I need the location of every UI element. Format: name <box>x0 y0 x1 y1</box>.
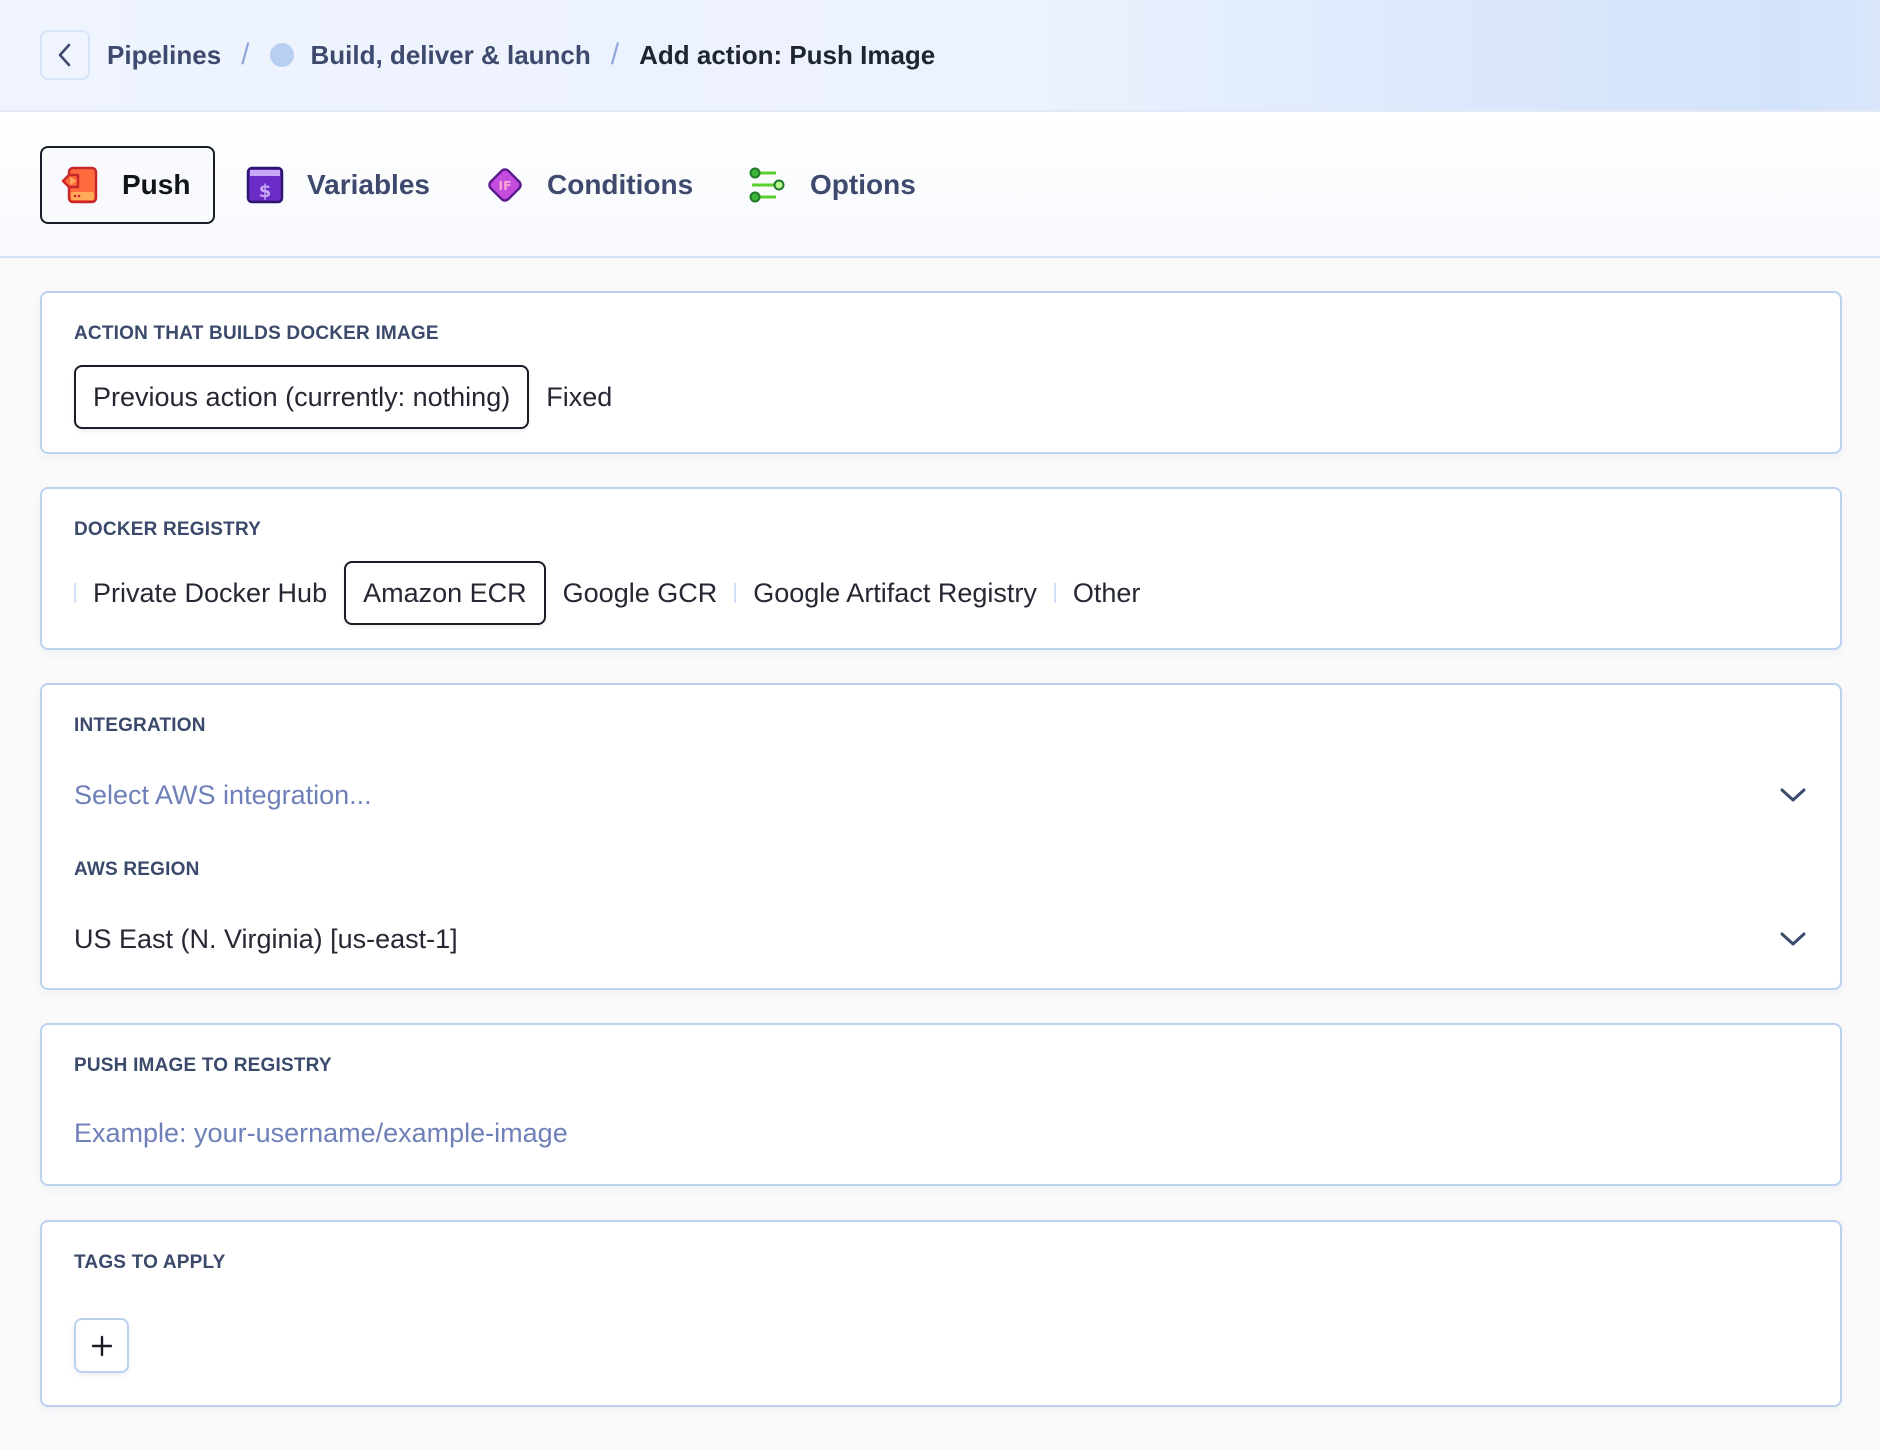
chevron-down-icon[interactable] <box>1778 780 1808 810</box>
option-previous-action[interactable]: Previous action (currently: nothing) <box>74 365 530 429</box>
add-tag-button[interactable] <box>74 1318 129 1373</box>
action-tabs: Push $ Variables IF Conditions Options <box>0 112 1880 258</box>
svg-text:$: $ <box>259 181 272 202</box>
push-image-label: PUSH IMAGE TO REGISTRY <box>74 1055 332 1076</box>
build-action-card: ACTION THAT BUILDS DOCKER IMAGE Previous… <box>40 291 1842 454</box>
breadcrumb: Pipelines / Build, deliver & launch / Ad… <box>107 34 935 76</box>
aws-region-value: US East (N. Virginia) [us-east-1] <box>74 923 458 954</box>
breadcrumb-separator: / <box>241 38 250 71</box>
back-button[interactable] <box>40 30 90 80</box>
pipeline-status-dot <box>269 43 294 67</box>
variables-icon: $ <box>245 165 285 205</box>
tags-label: TAGS TO APPLY <box>74 1252 226 1273</box>
breadcrumb-separator: / <box>610 38 620 71</box>
tab-options[interactable]: Options <box>748 146 916 224</box>
plus-icon <box>91 1335 112 1356</box>
build-action-label: ACTION THAT BUILDS DOCKER IMAGE <box>74 323 439 344</box>
push-image-placeholder: Example: your-username/example-image <box>74 1117 568 1148</box>
integration-label: INTEGRATION <box>74 715 206 736</box>
push-icon <box>60 165 100 205</box>
tab-variables-label: Variables <box>307 169 430 200</box>
tab-push[interactable]: Push <box>40 146 215 224</box>
docker-registry-segmented: Private Docker Hub Amazon ECR Google GCR… <box>74 561 1157 625</box>
option-fixed[interactable]: Fixed <box>529 365 629 429</box>
docker-registry-label: DOCKER REGISTRY <box>74 519 262 540</box>
chevron-down-icon[interactable] <box>1778 924 1808 954</box>
svg-text:IF: IF <box>498 179 511 193</box>
options-sliders-icon <box>748 165 788 205</box>
tags-card: TAGS TO APPLY <box>40 1220 1842 1407</box>
aws-settings-card: INTEGRATION Select AWS integration... AW… <box>40 683 1842 990</box>
push-image-input[interactable]: Example: your-username/example-image <box>74 1111 1808 1155</box>
build-action-segmented: Previous action (currently: nothing) Fix… <box>74 365 629 429</box>
breadcrumb-pipeline[interactable]: Build, deliver & launch <box>311 40 591 71</box>
registry-private-docker-hub[interactable]: Private Docker Hub <box>76 561 344 625</box>
integration-select[interactable]: Select AWS integration... <box>74 773 1808 817</box>
registry-google-artifact[interactable]: Google Artifact Registry <box>736 561 1054 625</box>
header-bar: Pipelines / Build, deliver & launch / Ad… <box>0 0 1880 112</box>
push-target-card: PUSH IMAGE TO REGISTRY Example: your-use… <box>40 1023 1842 1186</box>
chevron-left-icon <box>58 43 71 67</box>
breadcrumb-pipelines[interactable]: Pipelines <box>107 40 221 71</box>
tab-variables[interactable]: $ Variables <box>245 146 430 224</box>
aws-region-select[interactable]: US East (N. Virginia) [us-east-1] <box>74 917 1808 961</box>
docker-registry-card: DOCKER REGISTRY Private Docker Hub Amazo… <box>40 487 1842 650</box>
registry-other[interactable]: Other <box>1056 561 1158 625</box>
tab-push-label: Push <box>122 169 191 200</box>
tab-conditions-label: Conditions <box>547 169 694 200</box>
integration-placeholder: Select AWS integration... <box>74 779 372 810</box>
registry-amazon-ecr[interactable]: Amazon ECR <box>344 561 546 625</box>
registry-google-gcr[interactable]: Google GCR <box>546 561 735 625</box>
page-title: Add action: Push Image <box>639 39 936 70</box>
tab-conditions[interactable]: IF Conditions <box>485 146 693 224</box>
conditions-if-icon: IF <box>485 165 525 205</box>
aws-region-label: AWS REGION <box>74 859 200 880</box>
tab-options-label: Options <box>810 169 916 200</box>
